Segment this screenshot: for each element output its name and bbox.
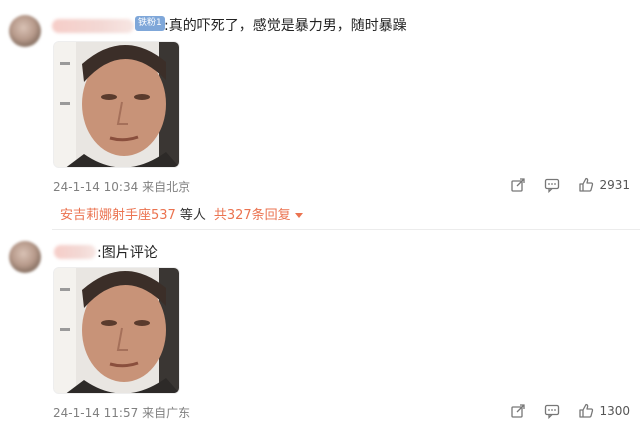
comment-text: :图片评论 xyxy=(97,245,158,261)
like-icon[interactable] xyxy=(577,176,595,194)
reply-total[interactable]: 共327条回复 xyxy=(214,208,291,223)
divider xyxy=(52,229,640,230)
comment-icon[interactable] xyxy=(543,176,561,194)
comment-actions: 2931 xyxy=(493,176,630,194)
like-icon[interactable] xyxy=(577,402,595,420)
username-blurred[interactable] xyxy=(52,19,134,33)
comment-text: :真的吓死了，感觉是暴力男，随时暴躁 xyxy=(164,18,407,34)
like-count: 1300 xyxy=(599,404,630,418)
comment-date: 24-1-14 10:34 xyxy=(53,180,139,194)
share-icon[interactable] xyxy=(509,176,527,194)
share-icon[interactable] xyxy=(509,402,527,420)
reply-username[interactable]: 安吉莉娜射手座537 xyxy=(60,208,176,223)
reply-summary[interactable]: 安吉莉娜射手座537 等人 共327条回复 xyxy=(60,204,303,223)
comment-location: 来自北京 xyxy=(142,180,191,194)
comment-meta: 24-1-14 10:34 来自北京 xyxy=(53,178,190,195)
comment-image[interactable] xyxy=(53,41,180,168)
reply-expand-icon[interactable] xyxy=(294,213,303,218)
reply-suffix: 等人 xyxy=(179,208,206,223)
comment-icon[interactable] xyxy=(543,402,561,420)
face-photo xyxy=(54,42,179,167)
face-photo xyxy=(54,268,179,393)
comment-item: 铁粉1 :真的吓死了，感觉是暴力男，随时暴躁 24-1-14 10:34 来自北… xyxy=(0,0,640,232)
comment-meta: 24-1-14 11:57 来自广东 xyxy=(53,404,190,421)
comment-actions: 1300 xyxy=(493,402,630,420)
comment-date: 24-1-14 11:57 xyxy=(53,406,139,420)
fan-badge: 铁粉1 xyxy=(135,16,165,31)
avatar[interactable] xyxy=(9,15,41,47)
avatar[interactable] xyxy=(9,241,41,273)
comment-location: 来自广东 xyxy=(142,406,191,420)
username-blurred[interactable] xyxy=(54,245,96,259)
like-count: 2931 xyxy=(599,178,630,192)
comment-image[interactable] xyxy=(53,267,180,394)
